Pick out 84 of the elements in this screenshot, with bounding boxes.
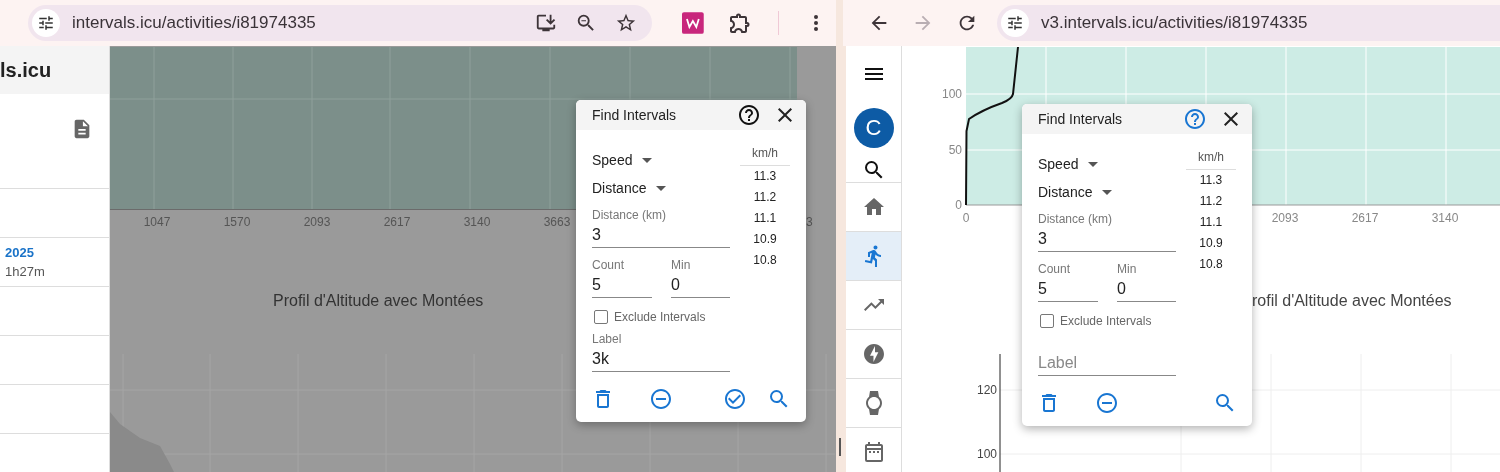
axis-tick-label: 2093 bbox=[1271, 211, 1299, 225]
sliders-icon bbox=[1006, 14, 1024, 32]
axis-tick-label: 3140 bbox=[463, 215, 491, 229]
extension-icon[interactable] bbox=[682, 12, 704, 34]
axis-tick-label: 3 bbox=[806, 215, 813, 229]
brand-title: ls.icu bbox=[0, 46, 109, 94]
count-field[interactable]: 5 bbox=[592, 272, 652, 298]
axis-tick-label: 0 bbox=[955, 198, 962, 212]
monitor-download-icon bbox=[535, 12, 558, 34]
kebab-icon bbox=[814, 15, 819, 31]
label-field[interactable]: 3k bbox=[592, 346, 730, 372]
caret-icon bbox=[656, 185, 667, 191]
axis-tick-label: 120 bbox=[976, 383, 997, 397]
axis-tick-label: 3140 bbox=[1431, 211, 1459, 225]
confirm-button[interactable] bbox=[722, 386, 748, 412]
checkbox-label: Exclude Intervals bbox=[1060, 314, 1152, 328]
axis-tick-label: 50 bbox=[948, 143, 962, 157]
min-field[interactable]: 0 bbox=[1117, 276, 1176, 302]
axis-tick-label: 2617 bbox=[1351, 211, 1379, 225]
field-label: Min bbox=[1117, 262, 1138, 276]
field-label: Distance (km) bbox=[592, 208, 667, 222]
exclude-checkbox[interactable] bbox=[1040, 314, 1054, 328]
axis-tick-label: 100 bbox=[941, 87, 962, 101]
site-settings-button[interactable] bbox=[1001, 9, 1029, 37]
help-icon bbox=[1183, 107, 1207, 131]
dialog-title: Find Intervals bbox=[1038, 111, 1124, 127]
exclude-checkbox[interactable] bbox=[594, 310, 608, 324]
min-field[interactable]: 0 bbox=[671, 272, 730, 298]
nav-item[interactable] bbox=[846, 232, 901, 281]
site-settings-button[interactable] bbox=[32, 9, 60, 37]
speed-value: 10.8 bbox=[1199, 256, 1223, 273]
axis-tick-label: 0 bbox=[962, 211, 970, 225]
url-text: intervals.icu/activities/i81974335 bbox=[72, 13, 317, 33]
address-bar[interactable]: intervals.icu/activities/i81974335 bbox=[28, 5, 653, 41]
axis-tick-label: 2093 bbox=[303, 215, 331, 229]
field-label: Label bbox=[592, 332, 623, 346]
speed-value: 11.2 bbox=[753, 189, 777, 206]
help-icon bbox=[737, 103, 761, 127]
user-avatar[interactable]: C bbox=[853, 108, 894, 148]
axis-tick-label: 1047 bbox=[143, 215, 171, 229]
dialog-title: Find Intervals bbox=[592, 107, 678, 123]
axis-tick-label: 100 bbox=[976, 447, 997, 461]
axis-tick-label: 1570 bbox=[223, 215, 251, 229]
field-label: Min bbox=[671, 258, 692, 272]
speed-value: 10.9 bbox=[1199, 235, 1223, 252]
activity-item[interactable]: 2025 1h27m bbox=[0, 238, 109, 287]
speed-value: 11.1 bbox=[753, 210, 777, 227]
speed-value: 11.2 bbox=[1199, 193, 1223, 210]
checkbox-label: Exclude Intervals bbox=[614, 310, 706, 324]
speed-value: 11.3 bbox=[1199, 172, 1223, 189]
column-header: km/h bbox=[1186, 150, 1236, 170]
label-field[interactable]: Label bbox=[1038, 350, 1176, 376]
count-field[interactable]: 5 bbox=[1038, 276, 1098, 302]
address-bar[interactable]: v3.intervals.icu/activities/i81974335 bbox=[997, 5, 1500, 41]
field-label: Count bbox=[592, 258, 626, 272]
metric-select[interactable]: Distance bbox=[1038, 178, 1113, 206]
speed-value: 11.3 bbox=[753, 168, 777, 185]
metric-select[interactable]: Speed bbox=[1038, 150, 1099, 178]
axis-tick-label: 2617 bbox=[383, 215, 411, 229]
distance-field[interactable]: 3 bbox=[1038, 226, 1176, 252]
speed-value: 10.9 bbox=[753, 231, 777, 248]
axis-tick-label: 3663 bbox=[543, 215, 571, 229]
puzzle-icon bbox=[727, 11, 752, 35]
caret-icon bbox=[642, 157, 653, 163]
field-label: Distance (km) bbox=[1038, 212, 1113, 226]
column-header: km/h bbox=[740, 146, 790, 166]
distance-field[interactable]: 3 bbox=[592, 222, 730, 248]
field-label: Count bbox=[1038, 262, 1072, 276]
caret-icon bbox=[1088, 161, 1099, 167]
bolt-icon bbox=[861, 342, 886, 366]
activity-date: 2025 bbox=[5, 245, 35, 260]
metric-select[interactable]: Distance bbox=[592, 174, 667, 202]
chart-title: Profil d'Altitude avec Montées bbox=[273, 292, 484, 310]
url-text: v3.intervals.icu/activities/i81974335 bbox=[1041, 13, 1309, 33]
speed-value: 11.1 bbox=[1199, 214, 1223, 231]
metric-select[interactable]: Speed bbox=[592, 146, 653, 174]
sliders-icon bbox=[37, 14, 55, 32]
speed-value: 10.8 bbox=[753, 252, 777, 269]
caret-icon bbox=[1102, 189, 1113, 195]
remove-button[interactable] bbox=[648, 386, 674, 412]
remove-button[interactable] bbox=[1094, 390, 1120, 416]
star-icon bbox=[615, 12, 638, 34]
activity-duration: 1h27m bbox=[5, 264, 46, 279]
chart-title: rofil d'Altitude avec Montées bbox=[1252, 292, 1452, 310]
